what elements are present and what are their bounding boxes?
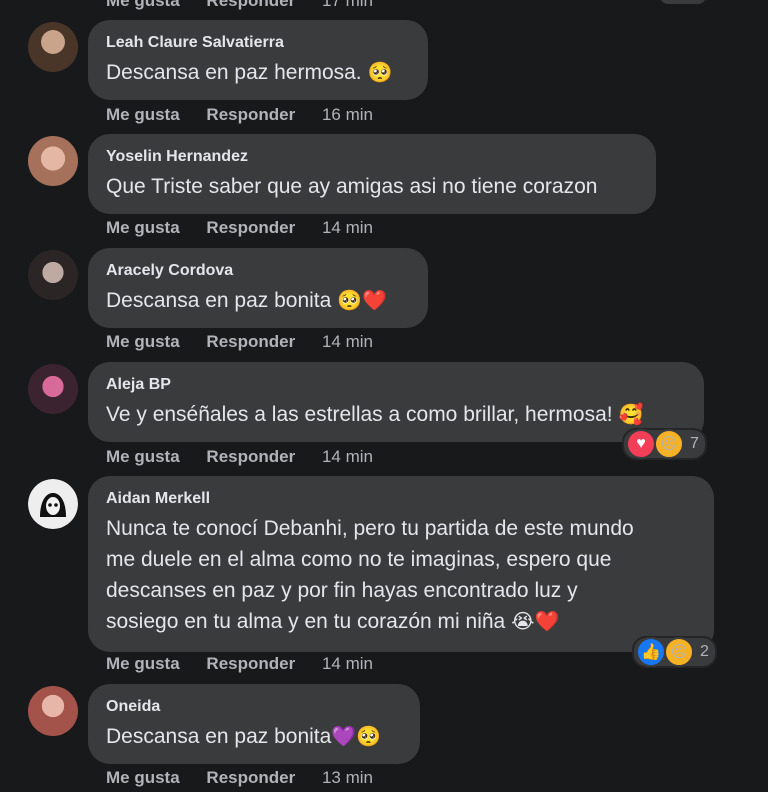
reaction-badge[interactable] — [660, 0, 706, 4]
like-button[interactable]: Me gusta — [106, 654, 180, 673]
avatar[interactable] — [28, 22, 78, 72]
avatar-image — [28, 479, 78, 529]
comment-bubble: Leah Claure Salvatierra Descansa en paz … — [88, 20, 428, 100]
avatar[interactable] — [28, 686, 78, 736]
comment-time[interactable]: 14 min — [322, 332, 373, 351]
like-button[interactable]: Me gusta — [106, 768, 180, 787]
like-reaction-icon: 👍 — [636, 637, 666, 667]
like-button[interactable]: Me gusta — [106, 447, 180, 466]
reply-button[interactable]: Responder — [206, 0, 295, 10]
avatar[interactable] — [28, 136, 78, 186]
reply-button[interactable]: Responder — [206, 332, 295, 351]
comment-author[interactable]: Aracely Cordova — [106, 262, 410, 280]
reply-button[interactable]: Responder — [206, 447, 295, 466]
purple-heart-icon: 💜🥺 — [331, 726, 382, 748]
pleading-face-icon: 🥺 — [367, 62, 393, 84]
comment-time[interactable]: 14 min — [322, 654, 373, 673]
comment-actions: Me gusta Responder 14 min — [106, 218, 373, 238]
comment-author[interactable]: Aleja BP — [106, 376, 686, 394]
reply-button[interactable]: Responder — [206, 105, 295, 124]
comment-actions: Me gusta Responder 14 min — [106, 447, 373, 467]
reply-button[interactable]: Responder — [206, 768, 295, 787]
comment-time[interactable]: 14 min — [322, 447, 373, 466]
comment-time[interactable]: 16 min — [322, 105, 373, 124]
comment-text: Que Triste saber que ay amigas asi no ti… — [106, 175, 598, 198]
avatar[interactable] — [28, 479, 78, 529]
comment-time[interactable]: 14 min — [322, 218, 373, 237]
comment-text: Descansa en paz hermosa. 🥺 — [106, 61, 393, 84]
comment-author[interactable]: Oneida — [106, 698, 402, 716]
comment-time[interactable]: 17 min — [322, 0, 373, 10]
comment-text: Descansa en paz bonita 🥺❤️ — [106, 289, 387, 312]
like-button[interactable]: Me gusta — [106, 332, 180, 351]
reaction-badge[interactable]: ♥ ☹ 7 — [622, 428, 707, 460]
reply-button[interactable]: Responder — [206, 654, 295, 673]
like-button[interactable]: Me gusta — [106, 218, 180, 237]
avatar[interactable] — [28, 250, 78, 300]
like-button[interactable]: Me gusta — [106, 105, 180, 124]
reaction-count: 2 — [700, 643, 709, 660]
reply-button[interactable]: Responder — [206, 218, 295, 237]
sad-reaction-icon: ☹ — [664, 637, 694, 667]
pleading-heart-icon: 🥺❤️ — [337, 290, 387, 312]
comment-bubble: Aracely Cordova Descansa en paz bonita 🥺… — [88, 248, 428, 328]
comment-bubble: Oneida Descansa en paz bonita💜🥺 — [88, 684, 420, 764]
comment-author[interactable]: Leah Claure Salvatierra — [106, 34, 410, 52]
previous-comment-actions: Me gusta Responder 17 min — [106, 0, 395, 11]
avatar[interactable] — [28, 364, 78, 414]
comment-actions: Me gusta Responder 14 min — [106, 332, 373, 352]
comment-text: Descansa en paz bonita💜🥺 — [106, 725, 382, 748]
smiling-hearts-icon: 🥰 — [618, 404, 644, 426]
comment-bubble: Aidan Merkell Nunca te conocí Debanhi, p… — [88, 476, 714, 652]
comment-actions: Me gusta Responder 16 min — [106, 105, 373, 125]
comment-text: Ve y enséñales a las estrellas a como br… — [106, 403, 644, 426]
comment-actions: Me gusta Responder 13 min — [106, 768, 373, 788]
like-button[interactable]: Me gusta — [106, 0, 180, 10]
sad-reaction-icon: ☹ — [654, 429, 684, 459]
comment-text: Nunca te conocí Debanhi, pero tu partida… — [106, 517, 634, 633]
crying-heart-icon: 😭❤️ — [511, 611, 560, 633]
comment-actions: Me gusta Responder 14 min — [106, 654, 373, 674]
comment-author[interactable]: Yoselin Hernandez — [106, 148, 638, 166]
comment-bubble: Aleja BP Ve y enséñales a las estrellas … — [88, 362, 704, 442]
reaction-badge[interactable]: 👍 ☹ 2 — [632, 636, 717, 668]
love-reaction-icon: ♥ — [626, 429, 656, 459]
comment-time[interactable]: 13 min — [322, 768, 373, 787]
comment-author[interactable]: Aidan Merkell — [106, 490, 696, 508]
reaction-count: 7 — [690, 435, 699, 452]
comment-bubble: Yoselin Hernandez Que Triste saber que a… — [88, 134, 656, 214]
